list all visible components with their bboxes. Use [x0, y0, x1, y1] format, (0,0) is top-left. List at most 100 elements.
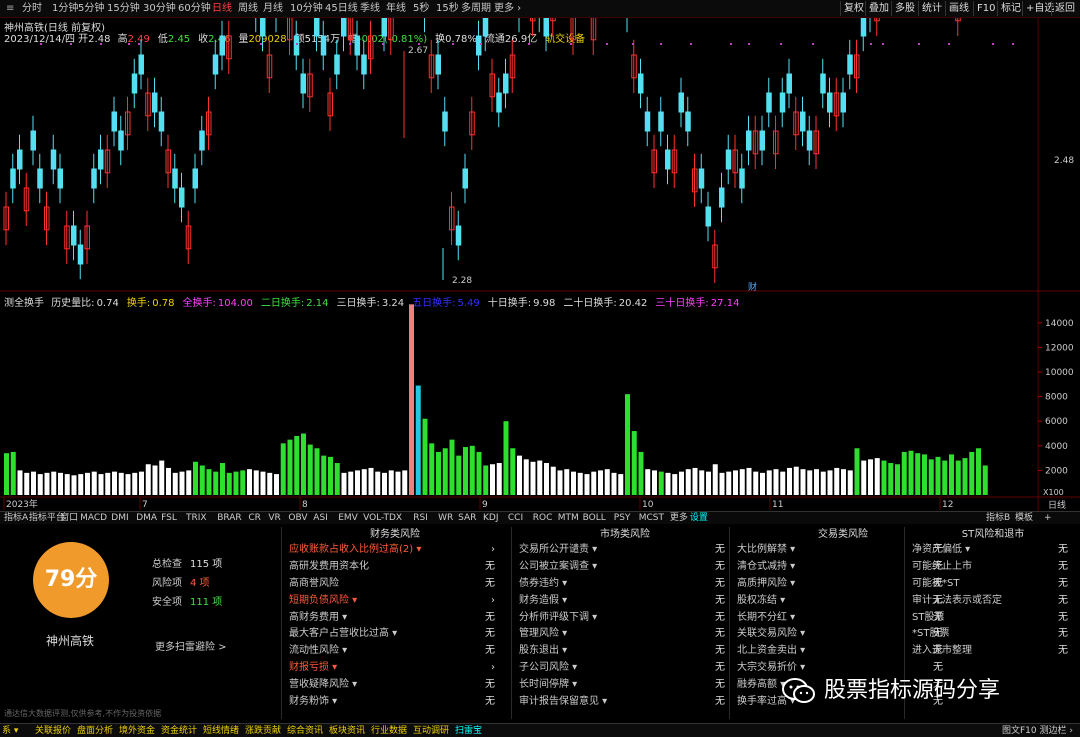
bottom-tab-11[interactable]: 扫雷宝	[453, 725, 484, 737]
risk-item[interactable]: 高研发费用资本化 无	[285, 559, 505, 576]
indicator-tab-13[interactable]: EMV	[336, 512, 360, 524]
indicator-tab-16[interactable]: WR	[436, 512, 455, 524]
turnover-bar	[827, 470, 833, 495]
toolbar-btn-4[interactable]: 画线	[945, 1, 972, 16]
period-10[interactable]: 45日线	[325, 2, 358, 16]
risk-item[interactable]: ST股票 无	[908, 610, 1078, 627]
turnover-chart[interactable]: 14000 12000 10000 8000 6000 4000 2000 2023年 7 8 9 1…	[0, 292, 1080, 511]
risk-item[interactable]: 财务造假 ▾ 无	[515, 593, 735, 610]
risk-item[interactable]: 分析师评级下调 ▾ 无	[515, 610, 735, 627]
indicator-tab-21[interactable]: MTM	[556, 512, 581, 524]
risk-item[interactable]: 管理风险 ▾ 无	[515, 626, 735, 643]
risk-item-status: 无	[715, 628, 725, 640]
more-risk-link[interactable]: 更多扫雷避险 >	[155, 638, 227, 653]
risk-item[interactable]: 可能终止上市 无	[908, 559, 1078, 576]
bottom-tab-7[interactable]: 综合资讯	[285, 725, 325, 737]
risk-item[interactable]: 流动性风险 ▾ 无	[285, 643, 505, 660]
bottom-tab-1[interactable]: 关联报价	[33, 725, 73, 737]
risk-item[interactable]: 审计无法表示或否定 无	[908, 593, 1078, 610]
bottom-tab-8[interactable]: 板块资讯	[327, 725, 367, 737]
risk-item[interactable]: 公司被立案调查 ▾ 无	[515, 559, 735, 576]
indicator-tab-4[interactable]: DMI	[109, 512, 130, 524]
bottom-tab-3[interactable]: 境外资金	[117, 725, 157, 737]
period-4[interactable]: 30分钟	[143, 2, 176, 16]
finance-event-marker[interactable]: 财	[748, 281, 757, 292]
risk-item[interactable]: 股东退出 ▾ 无	[515, 643, 735, 660]
bottom-right-link[interactable]: 图文F10 测边栏 ›	[1000, 725, 1075, 737]
bottom-tab-4[interactable]: 资金统计	[159, 725, 199, 737]
indicator-tab-11[interactable]: OBV	[286, 512, 309, 524]
period-16[interactable]: 更多 ›	[494, 2, 521, 16]
bottom-tab-6[interactable]: 涨跌贡献	[243, 725, 283, 737]
indicator-tab-3[interactable]: MACD	[78, 512, 109, 524]
period-6[interactable]: 日线	[212, 2, 232, 16]
period-12[interactable]: 年线	[386, 2, 406, 16]
period-5[interactable]: 60分钟	[178, 2, 211, 16]
risk-item[interactable]: 审计报告保留意见 ▾ 无	[515, 694, 735, 711]
period-11[interactable]: 季线	[360, 2, 380, 16]
period-0[interactable]: 分时	[22, 2, 42, 16]
indicator-tab-7[interactable]: TRIX	[184, 512, 209, 524]
indicator-tab-14[interactable]: VOL-TDX	[361, 512, 404, 524]
indicator-tab-19[interactable]: CCI	[506, 512, 525, 524]
toolbar-btn-1[interactable]: 叠加	[865, 1, 892, 16]
bottom-tab-5[interactable]: 短线情绪	[201, 725, 241, 737]
risk-item[interactable]: 交易所公开谴责 ▾ 无	[515, 542, 735, 559]
toolbar-btn-2[interactable]: 多股	[891, 1, 918, 16]
indicator-tab-17[interactable]: SAR	[456, 512, 478, 524]
risk-item[interactable]: 子公司风险 ▾ 无	[515, 660, 735, 677]
risk-item[interactable]: 应收账款占收入比例过高(2) ▾ ›	[285, 542, 505, 559]
indicator-tab-6[interactable]: FSL	[159, 512, 179, 524]
indicator-tab-22[interactable]: BOLL	[581, 512, 608, 524]
risk-item[interactable]: 财务粉饰 ▾ 无	[285, 694, 505, 711]
risk-item[interactable]: 净资产偏低 ▾ 无	[908, 542, 1078, 559]
period-2[interactable]: 5分钟	[78, 2, 104, 16]
risk-item[interactable]: 最大客户占营收比过高 ▾ 无	[285, 626, 505, 643]
risk-item[interactable]: 营收疑降风险 ▾ 无	[285, 677, 505, 694]
period-15[interactable]: 多周期	[461, 2, 491, 16]
risk-item[interactable]: *ST股票 无	[908, 626, 1078, 643]
indicator-tab-12[interactable]: ASI	[311, 512, 330, 524]
indicator-tab-right-0[interactable]: 指标B	[984, 512, 1012, 524]
period-8[interactable]: 月线	[263, 2, 283, 16]
indicator-tab-23[interactable]: PSY	[612, 512, 633, 524]
indicator-tab-25[interactable]: 更多	[668, 512, 690, 524]
risk-item[interactable]: 财报亏损 ▾ ›	[285, 660, 505, 677]
indicator-tab-15[interactable]: RSI	[411, 512, 430, 524]
risk-item[interactable]: 短期负债风险 ▾ ›	[285, 593, 505, 610]
indicator-tab-right-1[interactable]: 模板	[1013, 512, 1035, 524]
period-7[interactable]: 周线	[238, 2, 258, 16]
indicator-tab-20[interactable]: ROC	[531, 512, 555, 524]
risk-item[interactable]: 高财务费用 ▾ 无	[285, 610, 505, 627]
indicator-tab-5[interactable]: DMA	[134, 512, 159, 524]
toolbar-btn-5[interactable]: F10	[973, 1, 998, 16]
indicator-tab-right-2[interactable]: +	[1042, 512, 1054, 524]
indicator-tab-9[interactable]: CR	[246, 512, 263, 524]
toolbar-btn-6[interactable]: 标记	[997, 1, 1024, 16]
candlestick-chart[interactable]: 2.67 2.28 2.48 财	[0, 18, 1080, 292]
indicator-tab-24[interactable]: MCST	[637, 512, 666, 524]
indicator-tab-8[interactable]: BRAR	[215, 512, 243, 524]
risk-item[interactable]: 可能被*ST 无	[908, 576, 1078, 593]
menu-icon[interactable]: ≡	[6, 2, 14, 16]
bottom-tab-0[interactable]: 系 ▾	[0, 725, 20, 737]
indicator-tab-18[interactable]: KDJ	[481, 512, 501, 524]
period-9[interactable]: 10分钟	[290, 2, 323, 16]
period-13[interactable]: 5秒	[413, 2, 429, 16]
indicator-tab-26[interactable]: 设置	[688, 512, 710, 524]
period-14[interactable]: 15秒	[436, 2, 459, 16]
bottom-tab-2[interactable]: 盘面分析	[75, 725, 115, 737]
risk-item[interactable]: 高商誉风险 无	[285, 576, 505, 593]
bottom-tab-9[interactable]: 行业数据	[369, 725, 409, 737]
risk-item[interactable]: 长时间停牌 ▾ 无	[515, 677, 735, 694]
risk-item[interactable]: 进入退市整理 无	[908, 643, 1078, 660]
toolbar-btn-8[interactable]: 返回	[1051, 1, 1078, 16]
risk-item[interactable]: 债券违约 ▾ 无	[515, 576, 735, 593]
bottom-tab-10[interactable]: 互动调研	[411, 725, 451, 737]
period-3[interactable]: 15分钟	[107, 2, 140, 16]
indicator-tab-2[interactable]: 窗口	[58, 512, 80, 524]
toolbar-btn-0[interactable]: 复权	[840, 1, 867, 16]
period-1[interactable]: 1分钟	[52, 2, 78, 16]
toolbar-btn-3[interactable]: 统计	[918, 1, 945, 16]
indicator-tab-10[interactable]: VR	[266, 512, 282, 524]
